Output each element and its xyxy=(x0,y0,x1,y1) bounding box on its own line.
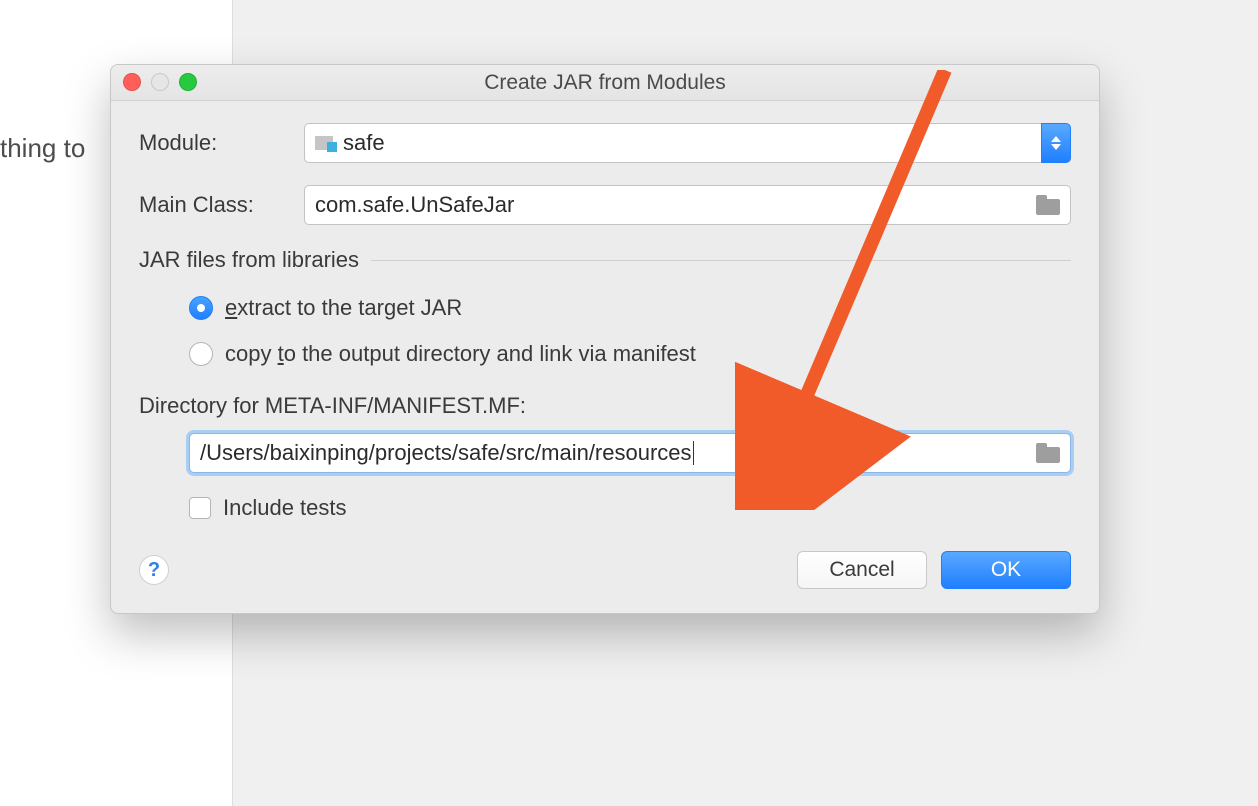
close-window-button[interactable] xyxy=(123,73,141,91)
module-icon xyxy=(315,134,337,152)
divider xyxy=(371,260,1071,261)
manifest-dir-label: Directory for META-INF/MANIFEST.MF: xyxy=(139,393,1071,419)
radio-copy[interactable] xyxy=(189,342,213,366)
jar-libraries-radios: eextract to the target JARxtract to the … xyxy=(189,295,1071,367)
main-class-row: Main Class: xyxy=(139,185,1071,225)
create-jar-dialog: Create JAR from Modules Module: safe Mai… xyxy=(110,64,1100,614)
module-label: Module: xyxy=(139,130,304,156)
text-cursor xyxy=(693,441,694,465)
manifest-dir-value: /Users/baixinping/projects/safe/src/main… xyxy=(200,440,692,466)
module-select[interactable]: safe xyxy=(304,123,1071,163)
main-class-input[interactable] xyxy=(315,192,1028,218)
include-tests-label[interactable]: Include tests xyxy=(223,495,347,521)
radio-extract-label[interactable]: eextract to the target JARxtract to the … xyxy=(225,295,462,321)
include-tests-checkbox[interactable] xyxy=(189,497,211,519)
radio-row-extract: eextract to the target JARxtract to the … xyxy=(189,295,1071,321)
radio-copy-label[interactable]: copy to the output directory and link vi… xyxy=(225,341,696,367)
module-select-body: safe xyxy=(304,123,1041,163)
main-class-label: Main Class: xyxy=(139,192,304,218)
include-tests-row: Include tests xyxy=(189,495,1071,521)
radio-extract[interactable] xyxy=(189,296,213,320)
maximize-window-button[interactable] xyxy=(179,73,197,91)
module-row: Module: safe xyxy=(139,123,1071,163)
jar-libraries-group-header: JAR files from libraries xyxy=(139,247,1071,273)
background-text: thing to xyxy=(0,133,85,164)
window-controls xyxy=(123,73,197,91)
dialog-content: Module: safe Main Class: JAR files from … xyxy=(111,101,1099,613)
select-caret-icon[interactable] xyxy=(1041,123,1071,163)
manifest-dir-section: Directory for META-INF/MANIFEST.MF: /Use… xyxy=(139,393,1071,473)
titlebar: Create JAR from Modules xyxy=(111,65,1099,101)
ok-button[interactable]: OK xyxy=(941,551,1071,589)
browse-manifest-dir-icon[interactable] xyxy=(1036,443,1060,463)
browse-main-class-icon[interactable] xyxy=(1036,195,1060,215)
minimize-window-button[interactable] xyxy=(151,73,169,91)
jar-libraries-group-title: JAR files from libraries xyxy=(139,247,359,273)
cancel-button[interactable]: Cancel xyxy=(797,551,927,589)
main-class-input-wrap xyxy=(304,185,1071,225)
manifest-dir-input-wrap: /Users/baixinping/projects/safe/src/main… xyxy=(189,433,1071,473)
module-value: safe xyxy=(343,130,385,156)
dialog-footer: ? Cancel OK xyxy=(139,551,1071,589)
radio-row-copy: copy to the output directory and link vi… xyxy=(189,341,1071,367)
help-button[interactable]: ? xyxy=(139,555,169,585)
dialog-title: Create JAR from Modules xyxy=(111,71,1099,95)
